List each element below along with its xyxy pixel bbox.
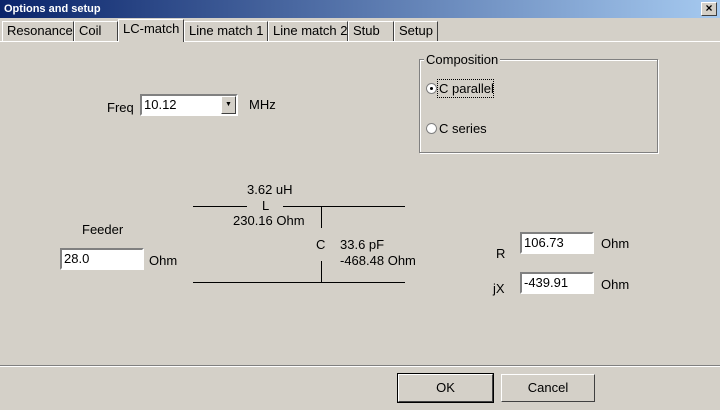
r-label: R bbox=[496, 246, 506, 261]
composition-group bbox=[419, 59, 658, 153]
window-titlebar: Options and setup × bbox=[0, 0, 720, 18]
circuit-top-line-left bbox=[193, 206, 247, 207]
tab-line-match-2[interactable]: Line match 2 bbox=[268, 21, 348, 41]
tab-coil[interactable]: Coil bbox=[74, 21, 118, 41]
radio-c-series[interactable] bbox=[426, 123, 437, 134]
inductance-value: 3.62 uH bbox=[247, 182, 293, 197]
jx-unit: Ohm bbox=[601, 277, 630, 292]
close-icon: × bbox=[705, 1, 713, 15]
capacitance-value: 33.6 pF bbox=[340, 237, 385, 252]
tab-resonance[interactable]: Resonance bbox=[2, 21, 74, 41]
radio-c-series-label[interactable]: C series bbox=[439, 121, 487, 136]
freq-value: 10.12 bbox=[144, 97, 177, 112]
jx-label: jX bbox=[493, 281, 505, 296]
window-title: Options and setup bbox=[4, 3, 101, 15]
composition-title: Composition bbox=[424, 52, 501, 67]
tab-lc-match[interactable]: LC-match bbox=[118, 19, 184, 42]
inductor-label: L bbox=[262, 198, 270, 213]
bottom-separator bbox=[0, 365, 720, 367]
circuit-bottom-line bbox=[193, 282, 405, 283]
feeder-unit: Ohm bbox=[149, 253, 178, 268]
radio-c-parallel[interactable] bbox=[426, 83, 437, 94]
close-button[interactable]: × bbox=[701, 2, 717, 16]
r-input[interactable]: 106.73 bbox=[520, 232, 594, 254]
freq-combobox[interactable]: 10.12 ▼ bbox=[140, 94, 238, 116]
capacitor-impedance: -468.48 Ohm bbox=[340, 253, 416, 268]
capacitor-label: C bbox=[316, 237, 326, 252]
freq-label: Freq bbox=[107, 100, 134, 115]
circuit-top-line-right bbox=[283, 206, 405, 207]
tab-setup[interactable]: Setup bbox=[394, 21, 438, 41]
inductor-impedance: 230.16 Ohm bbox=[233, 213, 305, 228]
feeder-label: Feeder bbox=[82, 222, 124, 237]
chevron-down-icon[interactable]: ▼ bbox=[221, 96, 236, 114]
r-unit: Ohm bbox=[601, 236, 630, 251]
jx-input[interactable]: -439.91 bbox=[520, 272, 594, 294]
radio-c-parallel-label[interactable]: C parallel bbox=[439, 81, 494, 96]
capacitor-wire-top bbox=[321, 206, 322, 228]
capacitor-wire-bottom bbox=[321, 261, 322, 283]
tab-stub[interactable]: Stub bbox=[348, 21, 394, 41]
ok-button[interactable]: OK bbox=[397, 373, 494, 403]
tab-line-match-1[interactable]: Line match 1 bbox=[184, 21, 268, 41]
freq-unit: MHz bbox=[249, 97, 276, 112]
cancel-button[interactable]: Cancel bbox=[501, 374, 595, 402]
feeder-input[interactable]: 28.0 bbox=[60, 248, 144, 270]
